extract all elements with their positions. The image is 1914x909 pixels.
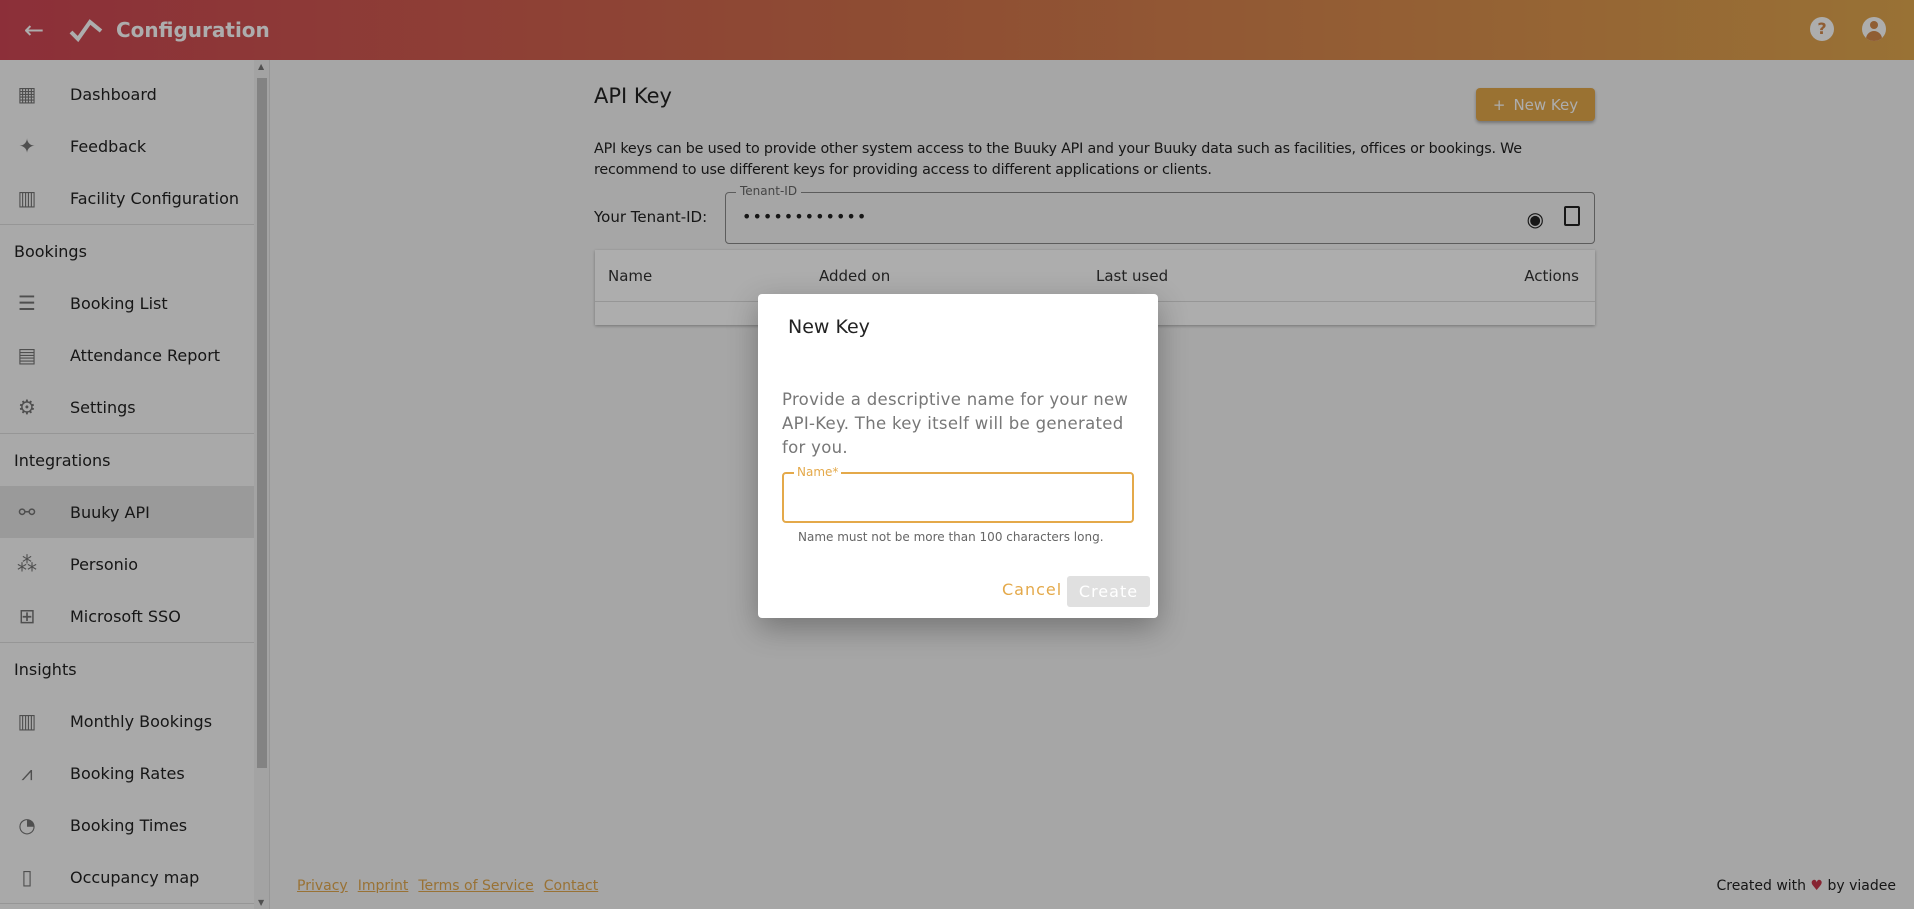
name-field[interactable]: Name* <box>782 465 1134 523</box>
name-input[interactable] <box>794 484 1114 510</box>
cancel-button[interactable]: Cancel <box>1002 580 1062 599</box>
dialog-title: New Key <box>788 316 870 338</box>
name-hint: Name must not be more than 100 character… <box>798 530 1104 544</box>
new-key-dialog: New Key Provide a descriptive name for y… <box>758 294 1158 618</box>
dialog-text: Provide a descriptive name for your new … <box>782 390 1129 457</box>
name-field-label: Name* <box>794 465 842 479</box>
create-button[interactable]: Create <box>1067 576 1150 607</box>
